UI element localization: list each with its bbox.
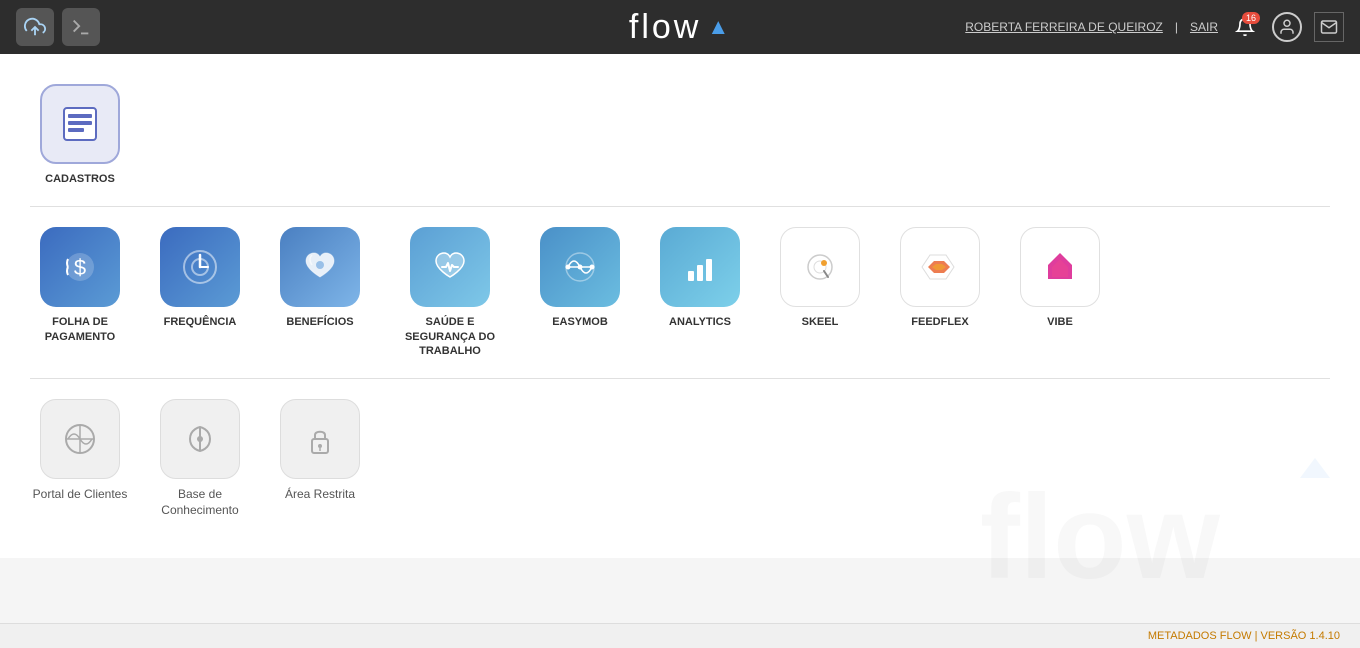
header-pipe: | (1175, 20, 1178, 34)
app-item-folha[interactable]: $ FOLHA DE PAGAMENTO (30, 227, 130, 344)
beneficios-label: BENEFÍCIOS (286, 315, 353, 329)
sair-link[interactable]: SAIR (1190, 20, 1218, 34)
restrita-label: Área Restrita (285, 487, 355, 503)
cadastros-grid: CADASTROS (30, 84, 1330, 186)
user-avatar-button[interactable] (1272, 12, 1302, 42)
mail-button[interactable] (1314, 12, 1344, 42)
saude-label: SAÚDE E SEGURANÇA DO TRABALHO (390, 315, 510, 358)
saude-icon (410, 227, 490, 307)
main-content: CADASTROS $ FOLHA DE PAGAMENTO (0, 54, 1360, 558)
easymob-label: EASYMOB (552, 315, 608, 329)
vibe-label: VIBE (1047, 315, 1073, 329)
terminal-button[interactable] (62, 8, 100, 46)
notification-bell-button[interactable]: 16 (1230, 12, 1260, 42)
app-item-skeel[interactable]: SKEEL (770, 227, 870, 329)
svg-text:$: $ (74, 255, 86, 280)
vibe-icon (1020, 227, 1100, 307)
section-portal: Portal de Clientes Base de Conhecimento (30, 379, 1330, 538)
app-item-analytics[interactable]: ANALYTICS (650, 227, 750, 329)
analytics-label: ANALYTICS (669, 315, 731, 329)
cadastros-icon (40, 84, 120, 164)
restrita-icon (280, 399, 360, 479)
app-item-easymob[interactable]: EASYMOB (530, 227, 630, 329)
app-item-beneficios[interactable]: BENEFÍCIOS (270, 227, 370, 329)
feedflex-label: FEEDFLEX (911, 315, 968, 329)
cloud-upload-button[interactable] (16, 8, 54, 46)
frequencia-label: FREQUÊNCIA (164, 315, 237, 329)
skeel-label: SKEEL (802, 315, 839, 329)
folha-icon: $ (40, 227, 120, 307)
apps-grid: $ FOLHA DE PAGAMENTO FRE (30, 227, 1330, 358)
base-label: Base de Conhecimento (150, 487, 250, 518)
app-item-restrita[interactable]: Área Restrita (270, 399, 370, 503)
notification-count-badge: 16 (1242, 12, 1260, 24)
folha-label: FOLHA DE PAGAMENTO (30, 315, 130, 344)
frequencia-icon (160, 227, 240, 307)
app-item-base[interactable]: Base de Conhecimento (150, 399, 250, 518)
base-icon (160, 399, 240, 479)
logo-arrow-icon: ▲ (707, 14, 731, 40)
user-name-link[interactable]: ROBERTA FERREIRA DE QUEIROZ (965, 20, 1163, 34)
app-item-cadastros[interactable]: CADASTROS (30, 84, 130, 186)
section-cadastros: CADASTROS (30, 74, 1330, 207)
portal-grid: Portal de Clientes Base de Conhecimento (30, 399, 1330, 518)
section-apps: $ FOLHA DE PAGAMENTO FRE (30, 207, 1330, 379)
analytics-icon (660, 227, 740, 307)
skeel-icon (780, 227, 860, 307)
beneficios-icon (280, 227, 360, 307)
app-item-saude[interactable]: SAÚDE E SEGURANÇA DO TRABALHO (390, 227, 510, 358)
app-item-frequencia[interactable]: FREQUÊNCIA (150, 227, 250, 329)
cadastros-label: CADASTROS (45, 172, 115, 186)
logo: flow ▲ (629, 8, 731, 47)
app-item-vibe[interactable]: VIBE (1010, 227, 1110, 329)
logo-text: flow (629, 8, 701, 47)
app-item-portal[interactable]: Portal de Clientes (30, 399, 130, 503)
footer: METADADOS FLOW | VERSÃO 1.4.10 (0, 623, 1360, 648)
footer-text: METADADOS FLOW | VERSÃO 1.4.10 (1148, 630, 1340, 642)
portal-label: Portal de Clientes (33, 487, 128, 503)
header: flow ▲ ROBERTA FERREIRA DE QUEIROZ | SAI… (0, 0, 1360, 54)
easymob-icon (540, 227, 620, 307)
app-item-feedflex[interactable]: FEEDFLEX (890, 227, 990, 329)
header-left (16, 8, 100, 46)
portal-icon (40, 399, 120, 479)
header-right: ROBERTA FERREIRA DE QUEIROZ | SAIR 16 (965, 12, 1344, 42)
feedflex-icon (900, 227, 980, 307)
